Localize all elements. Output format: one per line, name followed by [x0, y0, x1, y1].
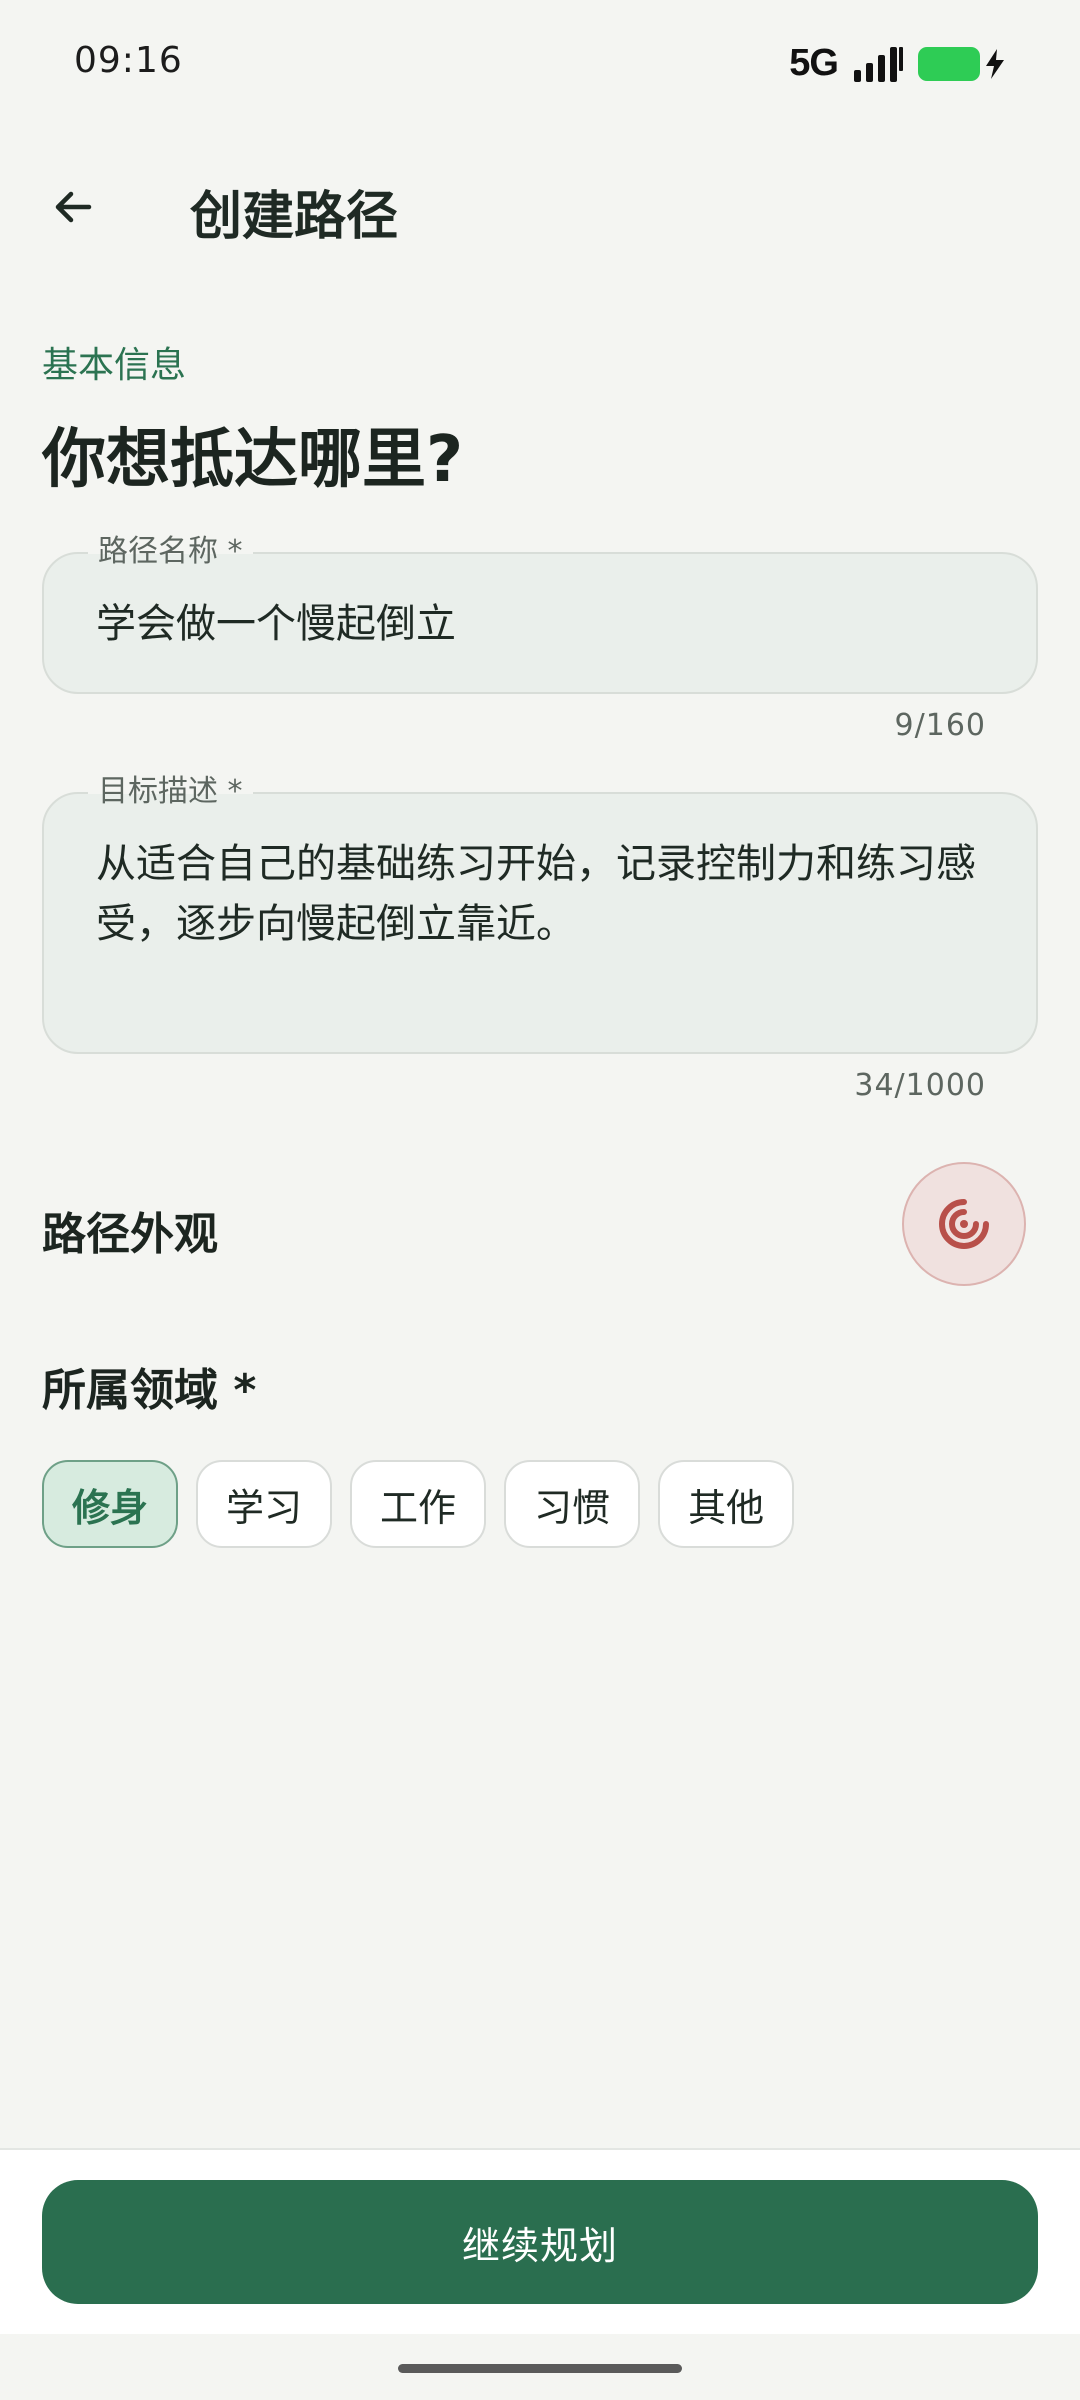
bottom-action-bar: 继续规划	[0, 2148, 1080, 2334]
status-time: 09:16	[74, 40, 183, 81]
charging-bolt-icon	[986, 48, 1004, 79]
home-indicator[interactable]	[398, 2364, 682, 2373]
battery-level	[918, 46, 980, 81]
appearance-picker-button[interactable]	[902, 1162, 1026, 1286]
page-title: 创建路径	[190, 187, 399, 247]
domain-chip-study[interactable]: 学习	[196, 1460, 333, 1548]
signal-icon	[854, 46, 903, 82]
path-name-input[interactable]: 学会做一个慢起倒立	[96, 594, 984, 654]
path-name-counter: 9/160	[894, 708, 986, 743]
continue-planning-button[interactable]: 继续规划	[42, 2180, 1038, 2304]
create-path-screen: 09:16 5G 创建路径 基本信息 你想抵达哪里? 路径名称 * 学会做一个慢…	[0, 0, 1080, 2400]
domain-chip-other[interactable]: 其他	[658, 1460, 795, 1548]
gesture-area	[0, 2334, 1080, 2400]
domain-chip-work[interactable]: 工作	[350, 1460, 487, 1548]
goal-description-label: 目标描述 *	[88, 772, 253, 812]
path-name-field[interactable]: 路径名称 * 学会做一个慢起倒立	[42, 532, 1038, 694]
network-type: 5G	[789, 42, 839, 84]
app-bar: 创建路径	[0, 150, 1080, 260]
domain-title: 所属领域 *	[42, 1365, 257, 1416]
target-icon	[939, 1199, 989, 1249]
battery-icon	[918, 46, 1006, 81]
arrow-left-icon	[55, 191, 92, 223]
headline: 你想抵达哪里?	[42, 423, 464, 497]
section-label: 基本信息	[42, 345, 187, 386]
domain-chip-self-cultivation[interactable]: 修身	[42, 1460, 179, 1548]
domain-chip-group: 修身 学习 工作 习惯 其他	[42, 1460, 795, 1548]
goal-description-counter: 34/1000	[854, 1068, 986, 1103]
status-bar: 09:16 5G	[0, 0, 1080, 130]
back-button[interactable]	[36, 170, 110, 244]
goal-description-input[interactable]: 从适合自己的基础练习开始，记录控制力和练习感受，逐步向慢起倒立靠近。	[96, 834, 984, 954]
domain-chip-habit[interactable]: 习惯	[504, 1460, 641, 1548]
path-name-label: 路径名称 *	[88, 532, 253, 572]
status-icons: 5G	[789, 42, 1006, 85]
goal-description-field[interactable]: 目标描述 * 从适合自己的基础练习开始，记录控制力和练习感受，逐步向慢起倒立靠近…	[42, 772, 1038, 1054]
appearance-title: 路径外观	[42, 1209, 218, 1260]
